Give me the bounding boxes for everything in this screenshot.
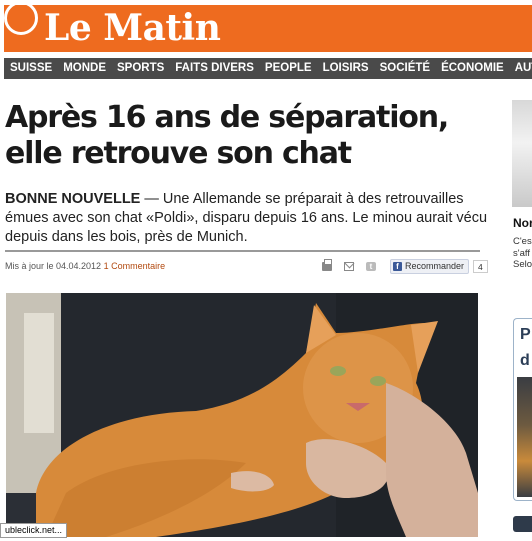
masthead[interactable]: Le Matin [4,1,532,52]
status-bar-url: ubleclick.net... [0,523,68,538]
twitter-icon[interactable]: t [366,261,376,271]
article-kicker: BONNE NOUVELLE [5,191,141,207]
facebook-icon: f [393,261,402,271]
sidebar-ad-text: P d [520,326,531,369]
nav-item-economie[interactable]: ÉCONOMIE [441,58,504,79]
article-meta: Mis à jour le 04.04.2012 1 Commentaire [5,261,165,271]
nav-item-faits-divers[interactable]: FAITS DIVERS [175,58,254,79]
nav-item-monde[interactable]: MONDE [63,58,106,79]
nav-item-suisse[interactable]: SUISSE [10,58,52,79]
article-lede: BONNE NOUVELLE — Une Allemande se prépar… [5,190,490,247]
logo-sun-icon [0,0,40,39]
nav-item-people[interactable]: PEOPLE [265,58,312,79]
comments-link[interactable]: 1 Commentaire [104,261,166,271]
facebook-count: 4 [473,259,488,273]
sidebar-ad[interactable]: P d [513,318,532,501]
sidebar-ad-image [517,377,532,497]
article-headline: Après 16 ans de séparation, elle retrouv… [5,100,449,171]
divider [5,250,480,252]
print-icon[interactable] [322,258,332,271]
article-tools: t f Recommander 4 [322,258,488,274]
sidebar-bottom-widget[interactable] [513,516,532,532]
sidebar-photo[interactable] [512,100,532,207]
nav-item-loisirs[interactable]: LOISIRS [323,58,369,79]
cat-photo-illustration [6,293,478,537]
nav-item-sports[interactable]: SPORTS [117,58,164,79]
sidebar-title[interactable]: Nor [513,216,532,230]
facebook-recommend-label: Recommander [405,261,465,271]
sidebar-text: C'es s'aff Selo [513,236,532,270]
nav-item-societe[interactable]: SOCIÉTÉ [380,58,430,79]
facebook-recommend-button[interactable]: f Recommander [390,258,470,274]
main-nav: SUISSE MONDE SPORTS FAITS DIVERS PEOPLE … [4,58,532,79]
nav-item-auto-moto[interactable]: AUTO-MO [515,58,532,79]
update-date: Mis à jour le 04.04.2012 [5,261,102,271]
site-logo[interactable]: Le Matin [44,7,221,49]
article-photo[interactable] [6,293,478,537]
mail-icon[interactable] [344,261,354,271]
